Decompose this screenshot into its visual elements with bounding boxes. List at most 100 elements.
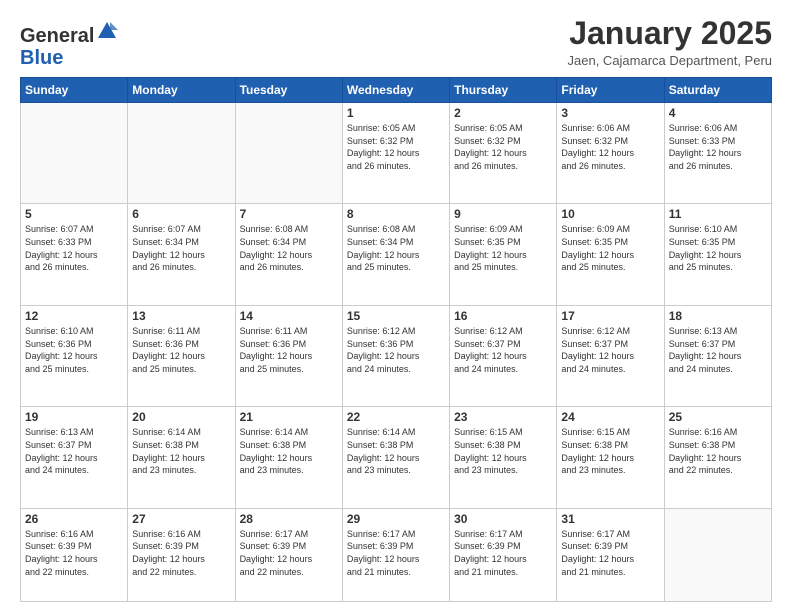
calendar-cell: 11 Sunrise: 6:10 AM Sunset: 6:35 PM Dayli… [664,204,771,305]
day-number: 17 [561,309,659,323]
calendar-cell: 22 Sunrise: 6:14 AM Sunset: 6:38 PM Dayli… [342,407,449,508]
day-info: Sunrise: 6:10 AM Sunset: 6:36 PM Dayligh… [25,325,123,375]
day-info: Sunrise: 6:06 AM Sunset: 6:32 PM Dayligh… [561,122,659,172]
calendar-cell: 13 Sunrise: 6:11 AM Sunset: 6:36 PM Dayli… [128,305,235,406]
day-number: 31 [561,512,659,526]
day-info: Sunrise: 6:16 AM Sunset: 6:39 PM Dayligh… [132,528,230,578]
day-info: Sunrise: 6:15 AM Sunset: 6:38 PM Dayligh… [454,426,552,476]
month-title: January 2025 [568,16,772,51]
calendar-cell: 18 Sunrise: 6:13 AM Sunset: 6:37 PM Dayli… [664,305,771,406]
logo-blue: Blue [20,47,63,69]
logo-icon [96,20,118,42]
calendar-cell: 16 Sunrise: 6:12 AM Sunset: 6:37 PM Dayli… [450,305,557,406]
day-info: Sunrise: 6:17 AM Sunset: 6:39 PM Dayligh… [240,528,338,578]
weekday-header: Wednesday [342,78,449,103]
calendar-week-row: 12 Sunrise: 6:10 AM Sunset: 6:36 PM Dayli… [21,305,772,406]
calendar-cell: 24 Sunrise: 6:15 AM Sunset: 6:38 PM Dayli… [557,407,664,508]
day-info: Sunrise: 6:11 AM Sunset: 6:36 PM Dayligh… [132,325,230,375]
calendar-cell: 2Sunrise: 6:05 AM Sunset: 6:32 PM Daylig… [450,103,557,204]
day-number: 16 [454,309,552,323]
day-info: Sunrise: 6:10 AM Sunset: 6:35 PM Dayligh… [669,223,767,273]
calendar-cell: 3 Sunrise: 6:06 AM Sunset: 6:32 PM Daylig… [557,103,664,204]
calendar-cell: 4 Sunrise: 6:06 AM Sunset: 6:33 PM Daylig… [664,103,771,204]
day-info: Sunrise: 6:13 AM Sunset: 6:37 PM Dayligh… [669,325,767,375]
subtitle: Jaen, Cajamarca Department, Peru [568,53,772,68]
day-info: Sunrise: 6:12 AM Sunset: 6:37 PM Dayligh… [454,325,552,375]
day-info: Sunrise: 6:15 AM Sunset: 6:38 PM Dayligh… [561,426,659,476]
title-block: January 2025 Jaen, Cajamarca Department,… [568,16,772,68]
day-number: 30 [454,512,552,526]
day-info: Sunrise: 6:17 AM Sunset: 6:39 PM Dayligh… [347,528,445,578]
day-info: Sunrise: 6:14 AM Sunset: 6:38 PM Dayligh… [240,426,338,476]
day-number: 29 [347,512,445,526]
day-info: Sunrise: 6:12 AM Sunset: 6:37 PM Dayligh… [561,325,659,375]
day-number: 14 [240,309,338,323]
logo: General Blue [20,20,118,69]
day-number: 9 [454,207,552,221]
day-number: 24 [561,410,659,424]
calendar-cell: 9 Sunrise: 6:09 AM Sunset: 6:35 PM Daylig… [450,204,557,305]
day-info: Sunrise: 6:16 AM Sunset: 6:39 PM Dayligh… [25,528,123,578]
calendar-cell: 17 Sunrise: 6:12 AM Sunset: 6:37 PM Dayli… [557,305,664,406]
day-number: 15 [347,309,445,323]
calendar-cell: 25Sunrise: 6:16 AM Sunset: 6:38 PM Dayli… [664,407,771,508]
calendar-cell: 14Sunrise: 6:11 AM Sunset: 6:36 PM Dayli… [235,305,342,406]
weekday-row: SundayMondayTuesdayWednesdayThursdayFrid… [21,78,772,103]
day-number: 7 [240,207,338,221]
weekday-header: Saturday [664,78,771,103]
day-info: Sunrise: 6:14 AM Sunset: 6:38 PM Dayligh… [132,426,230,476]
calendar-cell: 23 Sunrise: 6:15 AM Sunset: 6:38 PM Dayli… [450,407,557,508]
calendar-cell: 19Sunrise: 6:13 AM Sunset: 6:37 PM Dayli… [21,407,128,508]
calendar-cell: 12 Sunrise: 6:10 AM Sunset: 6:36 PM Dayli… [21,305,128,406]
calendar-cell: 21 Sunrise: 6:14 AM Sunset: 6:38 PM Dayli… [235,407,342,508]
day-number: 20 [132,410,230,424]
calendar-cell: 6 Sunrise: 6:07 AM Sunset: 6:34 PM Daylig… [128,204,235,305]
weekday-header: Monday [128,78,235,103]
day-number: 13 [132,309,230,323]
day-info: Sunrise: 6:05 AM Sunset: 6:32 PM Dayligh… [347,122,445,172]
weekday-header: Thursday [450,78,557,103]
day-number: 22 [347,410,445,424]
calendar-cell: 10 Sunrise: 6:09 AM Sunset: 6:35 PM Dayli… [557,204,664,305]
day-number: 12 [25,309,123,323]
calendar-week-row: 19Sunrise: 6:13 AM Sunset: 6:37 PM Dayli… [21,407,772,508]
header: General Blue January 2025 Jaen, Cajamarc… [20,16,772,69]
day-number: 27 [132,512,230,526]
calendar-cell: 5 Sunrise: 6:07 AM Sunset: 6:33 PM Daylig… [21,204,128,305]
day-info: Sunrise: 6:09 AM Sunset: 6:35 PM Dayligh… [561,223,659,273]
calendar-cell: 30Sunrise: 6:17 AM Sunset: 6:39 PM Dayli… [450,508,557,601]
day-number: 8 [347,207,445,221]
day-number: 28 [240,512,338,526]
day-info: Sunrise: 6:06 AM Sunset: 6:33 PM Dayligh… [669,122,767,172]
day-number: 18 [669,309,767,323]
calendar-cell [21,103,128,204]
day-number: 11 [669,207,767,221]
day-number: 6 [132,207,230,221]
day-number: 10 [561,207,659,221]
calendar-cell: 29 Sunrise: 6:17 AM Sunset: 6:39 PM Dayli… [342,508,449,601]
day-number: 21 [240,410,338,424]
day-info: Sunrise: 6:12 AM Sunset: 6:36 PM Dayligh… [347,325,445,375]
weekday-header: Friday [557,78,664,103]
day-info: Sunrise: 6:08 AM Sunset: 6:34 PM Dayligh… [240,223,338,273]
day-number: 26 [25,512,123,526]
calendar-cell [235,103,342,204]
calendar-cell [664,508,771,601]
day-number: 4 [669,106,767,120]
calendar-cell: 31Sunrise: 6:17 AM Sunset: 6:39 PM Dayli… [557,508,664,601]
calendar-week-row: 5 Sunrise: 6:07 AM Sunset: 6:33 PM Daylig… [21,204,772,305]
calendar-cell: 7 Sunrise: 6:08 AM Sunset: 6:34 PM Daylig… [235,204,342,305]
day-number: 5 [25,207,123,221]
day-info: Sunrise: 6:09 AM Sunset: 6:35 PM Dayligh… [454,223,552,273]
calendar-week-row: 26 Sunrise: 6:16 AM Sunset: 6:39 PM Dayli… [21,508,772,601]
day-number: 3 [561,106,659,120]
weekday-header: Tuesday [235,78,342,103]
calendar-cell: 15 Sunrise: 6:12 AM Sunset: 6:36 PM Dayli… [342,305,449,406]
day-info: Sunrise: 6:07 AM Sunset: 6:33 PM Dayligh… [25,223,123,273]
day-info: Sunrise: 6:07 AM Sunset: 6:34 PM Dayligh… [132,223,230,273]
day-number: 23 [454,410,552,424]
day-info: Sunrise: 6:08 AM Sunset: 6:34 PM Dayligh… [347,223,445,273]
day-info: Sunrise: 6:05 AM Sunset: 6:32 PM Dayligh… [454,122,552,172]
calendar-cell: 1Sunrise: 6:05 AM Sunset: 6:32 PM Daylig… [342,103,449,204]
day-info: Sunrise: 6:14 AM Sunset: 6:38 PM Dayligh… [347,426,445,476]
